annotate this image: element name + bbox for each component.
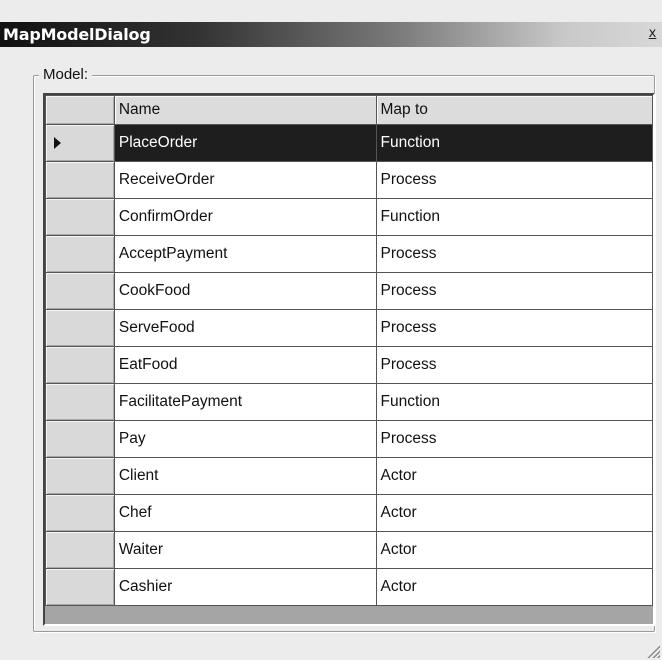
map-to-cell[interactable]: Process bbox=[375, 235, 654, 273]
row-header-cell[interactable] bbox=[45, 124, 115, 162]
row-header-cell[interactable] bbox=[45, 420, 115, 458]
column-header-map-to[interactable]: Map to bbox=[375, 95, 654, 125]
window-title: MapModelDialog bbox=[3, 25, 151, 44]
map-to-cell[interactable]: Function bbox=[375, 124, 654, 162]
table-row[interactable]: ReceiveOrder Process bbox=[45, 161, 654, 199]
column-header-name[interactable]: Name bbox=[113, 95, 377, 125]
name-cell[interactable]: ServeFood bbox=[113, 309, 377, 347]
table-row[interactable]: ConfirmOrder Function bbox=[45, 198, 654, 236]
table-row[interactable]: PlaceOrder Function bbox=[45, 124, 654, 162]
model-groupbox: Model: Name Map to PlaceOrder Function Rec… bbox=[33, 66, 655, 632]
name-cell[interactable]: PlaceOrder bbox=[113, 124, 377, 162]
row-header-cell[interactable] bbox=[45, 494, 115, 532]
table-row[interactable]: Client Actor bbox=[45, 457, 654, 495]
current-row-arrow-icon bbox=[54, 137, 61, 149]
name-cell[interactable]: Client bbox=[113, 457, 377, 495]
map-to-cell[interactable]: Actor bbox=[375, 568, 654, 606]
table-row[interactable]: CookFood Process bbox=[45, 272, 654, 310]
resize-grip-icon[interactable] bbox=[646, 644, 660, 658]
map-to-cell[interactable]: Process bbox=[375, 161, 654, 199]
map-to-cell[interactable]: Actor bbox=[375, 494, 654, 532]
table-row[interactable]: Cashier Actor bbox=[45, 568, 654, 606]
row-header-cell[interactable] bbox=[45, 383, 115, 421]
table-row[interactable]: EatFood Process bbox=[45, 346, 654, 384]
corner-header-cell[interactable] bbox=[45, 95, 115, 125]
row-header-cell[interactable] bbox=[45, 531, 115, 569]
row-header-cell[interactable] bbox=[45, 457, 115, 495]
name-cell[interactable]: Cashier bbox=[113, 568, 377, 606]
map-to-cell[interactable]: Function bbox=[375, 383, 654, 421]
name-cell[interactable]: ReceiveOrder bbox=[113, 161, 377, 199]
name-cell[interactable]: Waiter bbox=[113, 531, 377, 569]
map-model-dialog: MapModelDialog x Model: Name Map to Plac… bbox=[0, 0, 662, 660]
name-cell[interactable]: EatFood bbox=[113, 346, 377, 384]
map-to-cell[interactable]: Process bbox=[375, 309, 654, 347]
row-header-cell[interactable] bbox=[45, 568, 115, 606]
row-header-cell[interactable] bbox=[45, 235, 115, 273]
close-icon[interactable]: x bbox=[646, 25, 659, 41]
map-to-cell[interactable]: Actor bbox=[375, 457, 654, 495]
map-to-cell[interactable]: Function bbox=[375, 198, 654, 236]
name-cell[interactable]: Pay bbox=[113, 420, 377, 458]
name-cell[interactable]: AcceptPayment bbox=[113, 235, 377, 273]
row-header-cell[interactable] bbox=[45, 346, 115, 384]
name-cell[interactable]: ConfirmOrder bbox=[113, 198, 377, 236]
name-cell[interactable]: FacilitatePayment bbox=[113, 383, 377, 421]
table-row[interactable]: Pay Process bbox=[45, 420, 654, 458]
row-header-cell[interactable] bbox=[45, 272, 115, 310]
table-row[interactable]: Waiter Actor bbox=[45, 531, 654, 569]
header-row: Name Map to bbox=[45, 95, 654, 125]
grid-body: PlaceOrder Function ReceiveOrder Process Con… bbox=[45, 124, 654, 606]
table-row[interactable]: AcceptPayment Process bbox=[45, 235, 654, 273]
table-row[interactable]: FacilitatePayment Function bbox=[45, 383, 654, 421]
model-table: Name Map to PlaceOrder Function ReceiveOrd… bbox=[45, 95, 654, 606]
row-header-cell[interactable] bbox=[45, 309, 115, 347]
title-bar[interactable]: MapModelDialog x bbox=[0, 22, 662, 47]
name-cell[interactable]: Chef bbox=[113, 494, 377, 532]
row-header-cell[interactable] bbox=[45, 198, 115, 236]
table-row[interactable]: Chef Actor bbox=[45, 494, 654, 532]
model-group-label: Model: bbox=[39, 66, 93, 83]
map-to-cell[interactable]: Process bbox=[375, 420, 654, 458]
row-header-cell[interactable] bbox=[45, 161, 115, 199]
model-grid[interactable]: Name Map to PlaceOrder Function ReceiveOrd… bbox=[43, 93, 655, 626]
map-to-cell[interactable]: Actor bbox=[375, 531, 654, 569]
name-cell[interactable]: CookFood bbox=[113, 272, 377, 310]
table-row[interactable]: ServeFood Process bbox=[45, 309, 654, 347]
map-to-cell[interactable]: Process bbox=[375, 346, 654, 384]
map-to-cell[interactable]: Process bbox=[375, 272, 654, 310]
